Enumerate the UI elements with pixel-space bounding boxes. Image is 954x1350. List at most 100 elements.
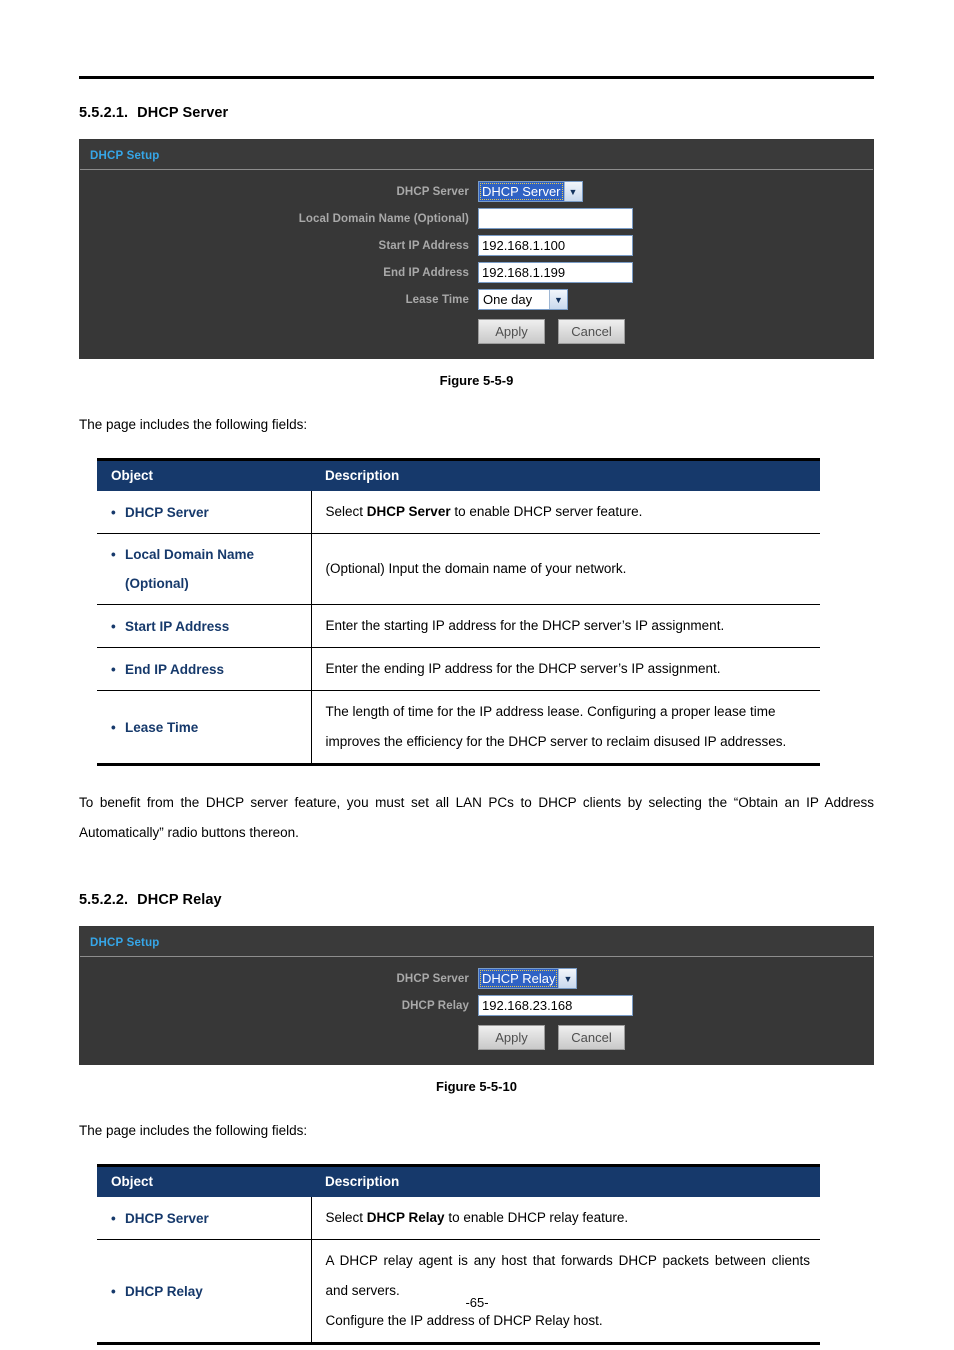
page-header-rule: [79, 76, 874, 79]
apply-button[interactable]: Apply: [478, 1025, 545, 1050]
description-cell: The length of time for the IP address le…: [311, 691, 820, 765]
object-cell: • DHCP Server: [97, 491, 312, 534]
table-row: • Local Domain Name (Optional) (Optional)…: [97, 533, 820, 605]
dhcp-server-mode-select[interactable]: DHCP Server ▼: [478, 181, 583, 202]
local-domain-name-input[interactable]: [478, 208, 633, 229]
description-cell: Enter the starting IP address for the DH…: [311, 604, 820, 648]
page-number: -65-: [465, 1295, 489, 1310]
form-row-local-domain-name: Local Domain Name (Optional): [80, 208, 873, 229]
section-title: DHCP Server: [137, 105, 229, 121]
object-cell: • End IP Address: [97, 647, 312, 691]
description-cell: (Optional) Input the domain name of your…: [311, 533, 820, 605]
chevron-down-icon: ▼: [558, 969, 577, 988]
panel-body: DHCP Server DHCP Relay ▼ DHCP Relay 192.…: [80, 957, 873, 1050]
dhcp-server-mode-select[interactable]: DHCP Relay ▼: [478, 968, 578, 989]
fields-table-dhcp-relay: Object Description • DHCP Server Select D…: [97, 1164, 820, 1345]
desc-pre: Select: [325, 504, 367, 519]
object-cell: • Local Domain Name (Optional): [97, 533, 312, 605]
dhcp-server-mode-value: DHCP Relay: [479, 969, 559, 988]
section-number: 5.5.2.2.: [79, 892, 129, 908]
section-heading-dhcp-server: 5.5.2.1. DHCP Server: [79, 105, 874, 121]
chevron-down-icon: ▼: [549, 290, 567, 309]
intro-text-server: The page includes the following fields:: [79, 417, 308, 432]
label-end-ip-address: End IP Address: [383, 266, 469, 279]
desc-bold: DHCP Relay: [366, 1210, 445, 1225]
intro-text-relay: The page includes the following fields:: [79, 1123, 308, 1138]
section-number: 5.5.2.1.: [79, 105, 129, 121]
cancel-button[interactable]: Cancel: [558, 1025, 625, 1050]
desc-pre: (Optional) Input the domain name of your…: [325, 561, 627, 576]
object-label: Lease Time: [125, 719, 199, 735]
column-header-description: Description: [311, 1165, 820, 1197]
start-ip-address-input[interactable]: 192.168.1.100: [478, 235, 633, 256]
object-cell: • Start IP Address: [97, 604, 312, 648]
label-lease-time: Lease Time: [405, 293, 469, 306]
description-cell: Enter the ending IP address for the DHCP…: [311, 647, 820, 691]
table-row: • Lease Time The length of time for the I…: [97, 690, 820, 765]
desc-pre: Select: [325, 1210, 367, 1225]
table-row: • Start IP Address Enter the starting IP …: [97, 604, 820, 648]
table-row: • End IP Address Enter the ending IP addr…: [97, 647, 820, 691]
description-cell: Select DHCP Server to enable DHCP server…: [311, 491, 820, 534]
bullet-icon: •: [111, 504, 116, 520]
document-page: 5.5.2.1. DHCP Server DHCP Setup DHCP Serv…: [0, 0, 954, 1350]
column-header-object: Object: [97, 459, 311, 491]
panel-title: DHCP Setup: [90, 150, 160, 162]
chevron-down-icon: ▼: [563, 182, 582, 201]
dhcp-setup-panel-server: DHCP Setup DHCP Server DHCP Server ▼ Loc…: [79, 139, 874, 359]
figure-caption-5-5-10: Figure 5-5-10: [436, 1079, 517, 1094]
object-label: End IP Address: [125, 661, 225, 677]
desc-pre: Enter the starting IP address for the DH…: [325, 618, 725, 633]
label-dhcp-relay: DHCP Relay: [401, 999, 469, 1012]
form-row-dhcp-relay: DHCP Relay 192.168.23.168: [80, 995, 873, 1016]
column-header-object: Object: [97, 1165, 311, 1197]
figure-caption-5-5-9: Figure 5-5-9: [439, 373, 514, 388]
dhcp-server-mode-value: DHCP Server: [479, 182, 564, 201]
panel-button-row: Apply Cancel: [478, 1025, 873, 1050]
bullet-icon: •: [111, 618, 116, 634]
object-label: DHCP Server: [125, 1210, 209, 1226]
desc-bold: DHCP Server: [366, 504, 451, 519]
panel-button-row: Apply Cancel: [478, 319, 873, 344]
section-heading-dhcp-relay: 5.5.2.2. DHCP Relay: [79, 892, 874, 908]
form-row-end-ip-address: End IP Address 192.168.1.199: [80, 262, 873, 283]
label-local-domain-name: Local Domain Name (Optional): [298, 212, 469, 225]
note-text-server: To benefit from the DHCP server feature,…: [79, 795, 874, 840]
panel-title-bar: DHCP Setup: [80, 927, 873, 957]
fields-table-dhcp-server: Object Description • DHCP Server Select D…: [97, 458, 820, 766]
bullet-icon: •: [111, 719, 116, 735]
desc-post: to enable DHCP relay feature.: [444, 1210, 629, 1225]
form-row-dhcp-server: DHCP Server DHCP Server ▼: [80, 181, 873, 202]
bullet-icon: •: [111, 661, 116, 677]
form-row-start-ip-address: Start IP Address 192.168.1.100: [80, 235, 873, 256]
section-title: DHCP Relay: [137, 892, 222, 908]
table-row: • DHCP Relay A DHCP relay agent is any ho…: [97, 1239, 820, 1344]
apply-button[interactable]: Apply: [478, 319, 545, 344]
bullet-icon: •: [111, 547, 116, 562]
page-footer: -65-: [0, 1295, 954, 1310]
cancel-button[interactable]: Cancel: [558, 319, 625, 344]
desc-extra-line: Configure the IP address of DHCP Relay h…: [325, 1313, 603, 1328]
table-row: • DHCP Server Select DHCP Server to enabl…: [97, 491, 820, 534]
label-dhcp-server: DHCP Server: [396, 185, 469, 198]
form-row-lease-time: Lease Time One day ▼: [80, 289, 873, 310]
table-header-row: Object Description: [97, 1165, 820, 1197]
label-start-ip-address: Start IP Address: [378, 239, 469, 252]
object-cell: • DHCP Relay: [97, 1239, 312, 1344]
bullet-icon: •: [111, 1210, 116, 1226]
lease-time-value: One day: [483, 292, 533, 307]
table-row: • DHCP Server Select DHCP Relay to enable…: [97, 1197, 820, 1240]
object-label-line2: (Optional): [125, 576, 189, 591]
page-content: 5.5.2.1. DHCP Server DHCP Setup DHCP Serv…: [79, 105, 874, 1345]
object-label: Start IP Address: [125, 618, 230, 634]
desc-pre: Enter the ending IP address for the DHCP…: [325, 661, 721, 676]
dhcp-setup-panel-relay: DHCP Setup DHCP Server DHCP Relay ▼ DHCP…: [79, 926, 874, 1065]
panel-title: DHCP Setup: [90, 937, 160, 949]
desc-pre: A DHCP relay agent is any host that forw…: [325, 1253, 811, 1298]
description-cell: Select DHCP Relay to enable DHCP relay f…: [311, 1197, 820, 1240]
dhcp-relay-address-input[interactable]: 192.168.23.168: [478, 995, 633, 1016]
lease-time-select[interactable]: One day ▼: [478, 289, 568, 310]
label-dhcp-server: DHCP Server: [396, 972, 469, 985]
form-row-dhcp-server: DHCP Server DHCP Relay ▼: [80, 968, 873, 989]
end-ip-address-input[interactable]: 192.168.1.199: [478, 262, 633, 283]
